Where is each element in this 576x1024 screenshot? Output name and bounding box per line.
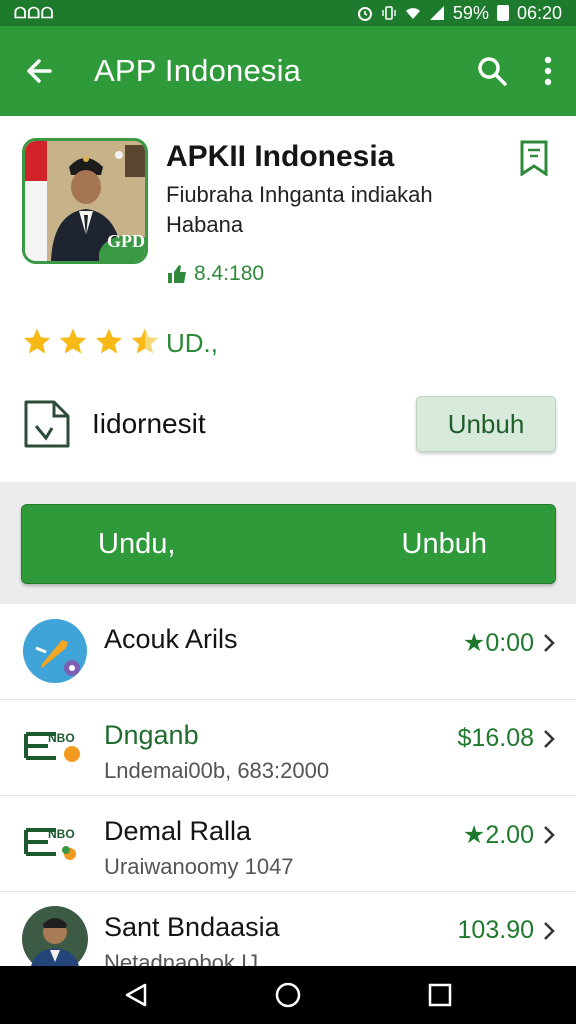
primary-button-left-label: Undu, <box>98 527 176 560</box>
arrow-left-icon <box>27 59 52 83</box>
list-item-value: 103.90 <box>457 916 534 944</box>
app-icon-badge: GPD <box>107 231 145 251</box>
rating-text: UD., <box>166 328 218 358</box>
secondary-install-button[interactable]: Unbuh <box>416 396 556 452</box>
overflow-menu-button[interactable] <box>520 26 576 116</box>
chevron-right-icon <box>544 729 555 748</box>
bookmark-icon <box>520 140 548 176</box>
app-bar-title: APP Indonesia <box>94 53 302 88</box>
star-rating <box>22 326 160 356</box>
more-vert-icon <box>544 56 552 86</box>
rocket-app-icon <box>23 619 87 683</box>
triangle-back-icon <box>125 983 147 1007</box>
status-bar: ᗝᗝᗝ 59% 06:20 <box>0 0 576 26</box>
list-item-meta: $16.08 <box>458 724 556 753</box>
nav-home-button[interactable] <box>258 966 318 1024</box>
search-icon <box>478 57 507 86</box>
news-app-icon: NBO <box>24 731 80 762</box>
battery-percent: 59% <box>452 2 489 23</box>
status-left-text: ᗝᗝᗝ <box>14 4 55 22</box>
app-name: APKII Indonesia <box>166 140 395 173</box>
app-header: GPD APKII Indonesia Fiubraha Inhganta in… <box>0 116 576 482</box>
app-rating-small-value: 8.4:180 <box>194 262 265 285</box>
svg-text:NBO: NBO <box>48 827 75 841</box>
app-rating-small: 8.4:180 <box>166 262 264 286</box>
primary-button-right-label: Unbuh <box>401 527 487 560</box>
vibrate-icon <box>382 6 396 20</box>
bookmark-button[interactable] <box>516 138 552 178</box>
category-label: Iidornesit <box>92 408 206 439</box>
battery-icon <box>496 5 509 21</box>
list-item-title: Sant Bndaasia <box>104 912 280 942</box>
list-item-value: ★2.00 <box>462 821 534 849</box>
app-subtitle: Fiubraha Inhganta indiakah Habana <box>166 182 433 237</box>
list-item-meta: ★2.00 <box>463 820 556 850</box>
app-list: Acouk Arils ★0:00 NBO Dnganb Lndemai00b,… <box>0 604 576 988</box>
nav-back-button[interactable] <box>106 966 166 1024</box>
list-item-title: Acouk Arils <box>104 624 238 654</box>
list-item-meta: 103.90 <box>458 916 556 945</box>
app-icon: GPD <box>22 138 148 264</box>
wifi-icon <box>405 8 420 19</box>
status-time: 06:20 <box>516 2 562 23</box>
alarm-icon <box>357 7 372 21</box>
list-item-title: Demal Ralla <box>104 816 252 846</box>
star-full-icon <box>23 328 51 354</box>
chevron-right-icon <box>544 634 555 652</box>
list-item-title: Dnganb <box>104 720 199 750</box>
list-item-meta: ★0:00 <box>463 628 556 658</box>
avatar <box>22 906 88 972</box>
square-recents-icon <box>428 983 452 1007</box>
star-full-icon <box>59 328 87 354</box>
list-item[interactable]: NBO Demal Ralla Uraiwanoomy 1047 ★2.00 <box>0 796 576 892</box>
chevron-right-icon <box>544 921 555 940</box>
news-app-icon: NBO <box>24 827 76 860</box>
list-item[interactable]: Acouk Arils ★0:00 <box>0 604 576 700</box>
document-check-icon <box>24 400 70 448</box>
signal-icon <box>429 6 444 20</box>
circle-home-icon <box>275 982 301 1008</box>
thumbs-up-icon <box>168 265 186 283</box>
star-half-icon <box>131 328 159 354</box>
system-nav-bar <box>0 966 576 1024</box>
status-right-group: 59% 06:20 <box>357 3 562 24</box>
back-button[interactable] <box>4 26 74 116</box>
star-full-icon <box>95 328 123 354</box>
search-button[interactable] <box>464 26 520 116</box>
list-item-subtitle: Uraiwanoomy 1047 <box>104 854 294 879</box>
category-row: Iidornesit Unbuh <box>22 394 556 454</box>
primary-install-button[interactable]: Undu, Unbuh <box>21 504 556 584</box>
list-item-subtitle: Lndemai00b, 683:2000 <box>104 758 330 783</box>
nav-recents-button[interactable] <box>410 966 470 1024</box>
svg-text:NBO: NBO <box>48 731 75 745</box>
list-item-value: ★0:00 <box>462 629 534 657</box>
app-bar: APP Indonesia <box>0 26 576 116</box>
list-item-value: $16.08 <box>457 724 534 752</box>
chevron-right-icon <box>544 826 555 844</box>
list-item[interactable]: NBO Dnganb Lndemai00b, 683:2000 $16.08 <box>0 700 576 796</box>
